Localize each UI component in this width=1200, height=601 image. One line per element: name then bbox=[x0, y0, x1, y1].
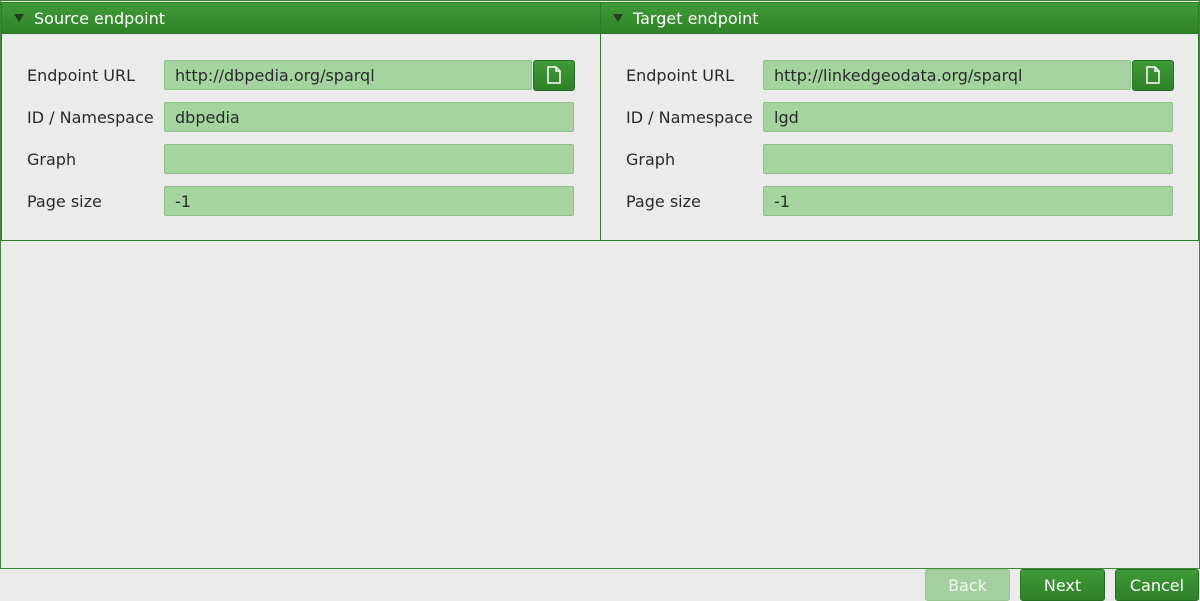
source-endpoint-url-input[interactable] bbox=[164, 60, 532, 90]
endpoint-url-label: Endpoint URL bbox=[27, 65, 136, 85]
target-file-button[interactable] bbox=[1132, 59, 1174, 91]
source-endpoint-header[interactable]: Source endpoint bbox=[2, 3, 600, 34]
namespace-label: ID / Namespace bbox=[626, 107, 753, 127]
back-button[interactable]: Back bbox=[925, 569, 1010, 601]
source-endpoint-url-row: Endpoint URL bbox=[27, 59, 575, 91]
target-endpoint-panel: Target endpoint Endpoint URL ID / Namesp… bbox=[600, 2, 1199, 241]
target-graph-input[interactable] bbox=[763, 144, 1173, 174]
source-page-size-input[interactable] bbox=[164, 186, 574, 216]
target-namespace-row: ID / Namespace bbox=[626, 101, 1173, 133]
target-graph-row: Graph bbox=[626, 143, 1173, 175]
target-page-size-row: Page size bbox=[626, 185, 1173, 217]
page-size-label: Page size bbox=[27, 191, 102, 211]
source-endpoint-title: Source endpoint bbox=[34, 8, 165, 28]
file-icon bbox=[1146, 66, 1160, 84]
page-size-label: Page size bbox=[626, 191, 701, 211]
target-endpoint-url-row: Endpoint URL bbox=[626, 59, 1174, 91]
collapse-triangle-icon bbox=[613, 14, 623, 22]
source-graph-input[interactable] bbox=[164, 144, 574, 174]
target-page-size-input[interactable] bbox=[763, 186, 1173, 216]
cancel-button[interactable]: Cancel bbox=[1115, 569, 1199, 601]
source-page-size-row: Page size bbox=[27, 185, 574, 217]
collapse-triangle-icon bbox=[14, 14, 24, 22]
namespace-label: ID / Namespace bbox=[27, 107, 154, 127]
source-namespace-row: ID / Namespace bbox=[27, 101, 574, 133]
target-endpoint-header[interactable]: Target endpoint bbox=[601, 3, 1198, 34]
file-icon bbox=[547, 66, 561, 84]
graph-label: Graph bbox=[626, 149, 676, 169]
target-endpoint-title: Target endpoint bbox=[633, 8, 759, 28]
source-graph-row: Graph bbox=[27, 143, 574, 175]
source-file-button[interactable] bbox=[533, 59, 575, 91]
endpoint-url-label: Endpoint URL bbox=[626, 65, 735, 85]
next-button[interactable]: Next bbox=[1020, 569, 1105, 601]
source-endpoint-panel: Source endpoint Endpoint URL ID / Namesp… bbox=[1, 2, 601, 241]
graph-label: Graph bbox=[27, 149, 77, 169]
source-namespace-input[interactable] bbox=[164, 102, 574, 132]
target-namespace-input[interactable] bbox=[763, 102, 1173, 132]
target-endpoint-url-input[interactable] bbox=[763, 60, 1131, 90]
